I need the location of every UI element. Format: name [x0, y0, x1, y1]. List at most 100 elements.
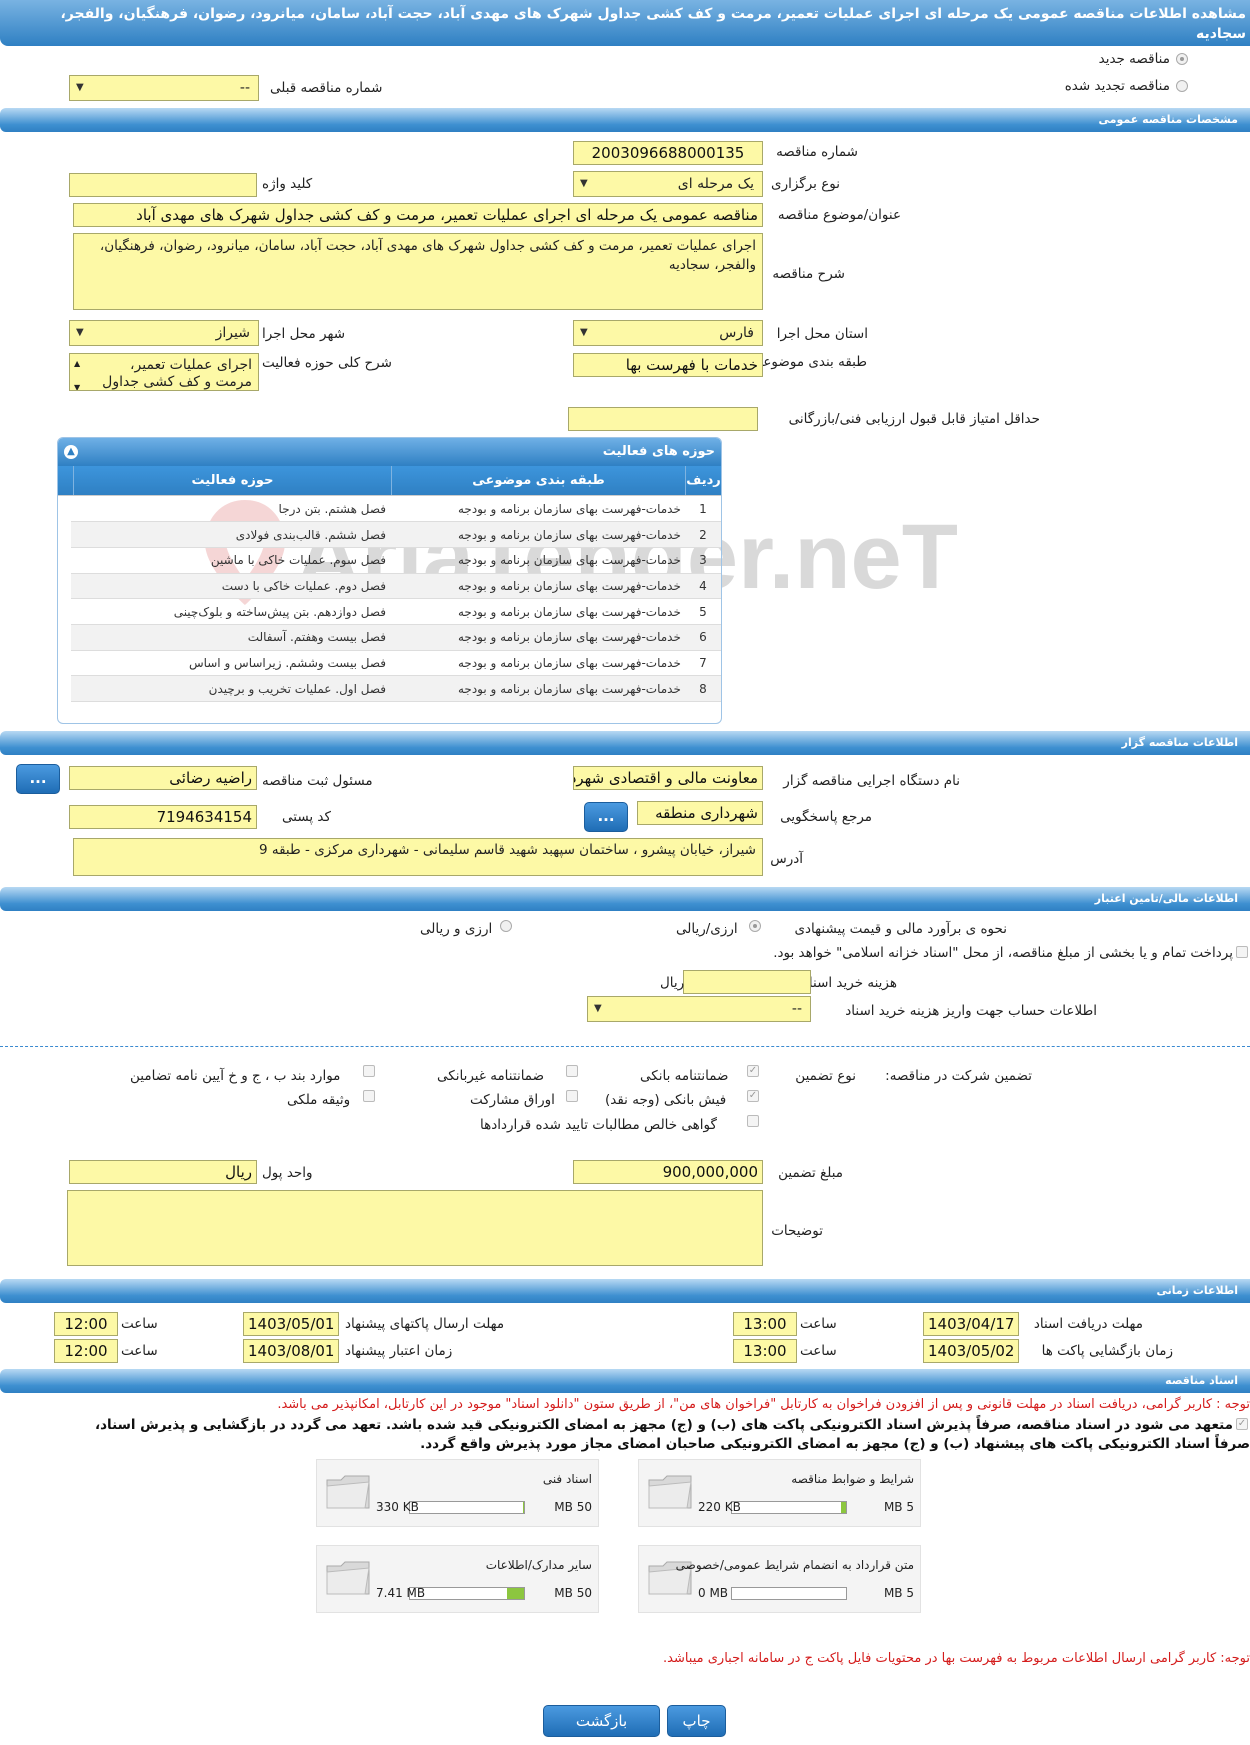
- send-time-label: ساعت: [121, 1316, 158, 1332]
- city-select[interactable]: شیراز ▼: [69, 320, 259, 346]
- row-number: 6: [684, 624, 721, 651]
- postal-field[interactable]: 7194634154: [69, 805, 257, 829]
- doc-fee-label: هزینه خرید اسناد: [802, 975, 897, 991]
- col-field[interactable]: حوزه فعالیت: [73, 466, 391, 495]
- receive-date-field[interactable]: 1403/04/17: [923, 1312, 1019, 1336]
- section-timing: اطلاعات زمانی: [0, 1279, 1250, 1303]
- registrar-browse-button[interactable]: ...: [16, 764, 60, 794]
- min-score-field[interactable]: [568, 407, 758, 431]
- table-row: 3 خدمات-فهرست بهای سازمان برنامه و بودجه ف…: [71, 547, 721, 574]
- row-field: فصل دوازدهم. بتن پیش‌ساخته و بلوک‌چینی: [71, 598, 390, 625]
- print-button[interactable]: چاپ: [667, 1705, 726, 1737]
- category-field[interactable]: خدمات با فهرست بها: [573, 353, 763, 377]
- account-label: اطلاعات حساب جهت واریز هزینه خرید اسناد: [845, 1003, 1097, 1019]
- title-field[interactable]: مناقصه عمومی یک مرحله ای اجرای عملیات تع…: [73, 203, 763, 227]
- tender-type-select[interactable]: یک مرحله ای ▼: [573, 171, 763, 197]
- docs-footnote: توجه: کاربر گرامی ارسال اطلاعات مربوط به…: [663, 1651, 1250, 1666]
- currency-field[interactable]: ریال: [69, 1160, 257, 1184]
- registrar-field[interactable]: راضیه رضائی: [69, 766, 257, 790]
- new-tender-label: مناقصه جدید: [1098, 51, 1170, 67]
- doc-tile[interactable]: سایر مدارک/اطلاعات 50 MB 7.41 MB: [316, 1545, 599, 1613]
- scroll-down-icon[interactable]: ▼: [74, 379, 80, 390]
- keyword-field[interactable]: [69, 173, 257, 197]
- open-time-field[interactable]: 13:00: [733, 1339, 797, 1363]
- notes-field[interactable]: [67, 1190, 763, 1266]
- description-field[interactable]: اجرای عملیات تعمیر، مرمت و کف کشی جداول …: [73, 233, 763, 310]
- scope-label: شرح کلی حوزه فعالیت: [262, 355, 392, 371]
- collapse-icon[interactable]: ▲: [64, 445, 78, 459]
- doc-tile-max: 50 MB: [554, 1500, 592, 1514]
- method-option1-radio[interactable]: [749, 920, 761, 932]
- receive-label: مهلت دریافت اسناد: [1033, 1316, 1143, 1332]
- chevron-down-icon: ▼: [580, 327, 588, 338]
- postal-label: کد پستی: [282, 809, 331, 825]
- row-field: فصل بیست وششم. زیراساس و اساس: [71, 650, 390, 677]
- org-label: نام دستگاه اجرایی مناقصه گزار: [783, 773, 960, 789]
- open-date-field[interactable]: 1403/05/02: [923, 1339, 1019, 1363]
- row-category: خدمات-فهرست بهای سازمان برنامه و بودجه: [389, 624, 685, 651]
- doc-tile[interactable]: شرایط و ضوابط مناقصه 5 MB 220 KB: [638, 1459, 921, 1527]
- commit-checkbox[interactable]: ✓: [1236, 1418, 1248, 1430]
- row-category: خدمات-فهرست بهای سازمان برنامه و بودجه: [389, 496, 685, 523]
- doc-fee-field[interactable]: [683, 970, 811, 994]
- bank-guarantee-checkbox[interactable]: ✓: [747, 1065, 759, 1077]
- account-select[interactable]: -- ▼: [587, 996, 811, 1022]
- claims-checkbox[interactable]: [747, 1115, 759, 1127]
- new-tender-radio[interactable]: [1176, 53, 1188, 65]
- method-label: نحوه ی برآورد مالی و قیمت پیشنهادی: [794, 921, 1007, 937]
- amount-field[interactable]: 900,000,000: [573, 1160, 763, 1184]
- doc-tile-name: سایر مدارک/اطلاعات: [485, 1558, 592, 1572]
- prev-number-select[interactable]: -- ▼: [69, 75, 259, 101]
- send-time-field[interactable]: 12:00: [54, 1312, 118, 1336]
- row-category: خدمات-فهرست بهای سازمان برنامه و بودجه: [389, 650, 685, 677]
- send-label: مهلت ارسال پاکتهای پیشنهاد: [345, 1316, 505, 1332]
- doc-tile-progress: [409, 1501, 525, 1514]
- back-button[interactable]: بازگشت: [543, 1705, 660, 1737]
- row-number: 7: [684, 650, 721, 677]
- page-title: مشاهده اطلاعات مناقصه عمومی یک مرحله ای …: [0, 0, 1250, 46]
- clauses-checkbox[interactable]: [363, 1065, 375, 1077]
- commit-text-2: صرفاً اسناد الکترونیکی پاکت های پیشنهاد …: [420, 1436, 1250, 1452]
- send-date-field[interactable]: 1403/05/01: [243, 1312, 339, 1336]
- doc-tile-progress-fill: [522, 1502, 524, 1513]
- address-field[interactable]: شیراز، خیابان پیشرو ، ساختمان سپهبد شهید…: [73, 838, 763, 876]
- bonds-checkbox[interactable]: [566, 1090, 578, 1102]
- ref-field[interactable]: شهرداری منطقه: [637, 801, 763, 825]
- ref-browse-button[interactable]: ...: [584, 802, 628, 832]
- bank-guarantee-label: ضمانتنامه بانکی: [640, 1068, 729, 1084]
- doc-tile-progress-fill: [841, 1502, 846, 1513]
- valid-time-field[interactable]: 12:00: [54, 1339, 118, 1363]
- renewed-tender-label: مناقصه تجدید شده: [1064, 78, 1170, 94]
- scope-field[interactable]: اجرای عملیات تعمیر، مرمت و کف کشی جداول ▲…: [69, 353, 259, 391]
- col-row[interactable]: ردیف: [685, 466, 721, 495]
- treasury-checkbox[interactable]: [1236, 946, 1248, 958]
- renewed-tender-radio[interactable]: [1176, 80, 1188, 92]
- receive-time-field[interactable]: 13:00: [733, 1312, 797, 1336]
- property-checkbox[interactable]: [363, 1090, 375, 1102]
- activities-table: 1 خدمات-فهرست بهای سازمان برنامه و بودجه ف…: [71, 496, 721, 702]
- doc-tile-progress: [731, 1587, 847, 1600]
- tender-number-field[interactable]: 2003096688000135: [573, 141, 763, 165]
- scroll-up-icon[interactable]: ▲: [74, 355, 80, 372]
- method-option2-radio[interactable]: [500, 920, 512, 932]
- province-select[interactable]: فارس ▼: [573, 320, 763, 346]
- folder-icon: [326, 1475, 370, 1509]
- doc-tile[interactable]: متن قرارداد به انضمام شرایط عمومی/خصوصی 5…: [638, 1545, 921, 1613]
- org-field[interactable]: معاونت مالی و اقتصادی شهرداری: [573, 766, 763, 790]
- row-number: 2: [684, 521, 721, 548]
- row-category: خدمات-فهرست بهای سازمان برنامه و بودجه: [389, 521, 685, 548]
- bank-receipt-checkbox[interactable]: ✓: [747, 1090, 759, 1102]
- row-category: خدمات-فهرست بهای سازمان برنامه و بودجه: [389, 573, 685, 600]
- col-category[interactable]: طبقه بندی موضوعی: [391, 466, 685, 495]
- doc-tile-size: 7.41 MB: [376, 1586, 426, 1600]
- table-row: 2 خدمات-فهرست بهای سازمان برنامه و بودجه ف…: [71, 521, 721, 548]
- section-organizer: اطلاعات مناقصه گزار: [0, 731, 1250, 755]
- address-label: آدرس: [770, 851, 803, 867]
- doc-tile-progress-fill: [506, 1588, 524, 1599]
- doc-tile[interactable]: اسناد فنی 50 MB 330 KB: [316, 1459, 599, 1527]
- doc-tile-size: 330 KB: [376, 1500, 419, 1514]
- row-field: فصل سوم. عملیات خاکی با ماشین: [71, 547, 390, 574]
- non-bank-checkbox[interactable]: [566, 1065, 578, 1077]
- description-label: شرح مناقصه: [772, 266, 845, 282]
- valid-date-field[interactable]: 1403/08/01: [243, 1339, 339, 1363]
